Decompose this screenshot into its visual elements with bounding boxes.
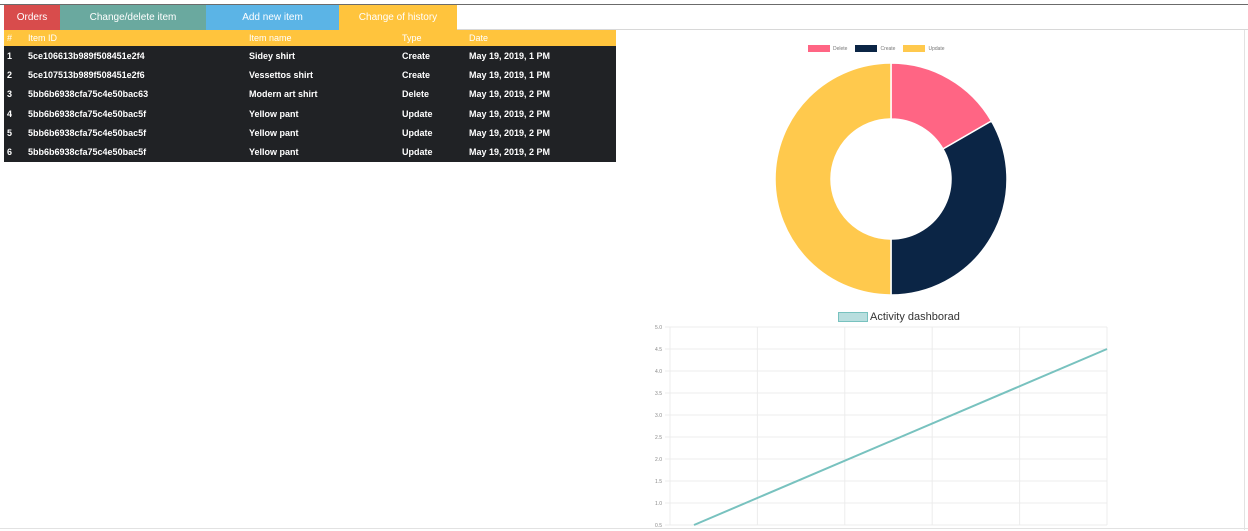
y-tick-label: 4.0 — [655, 369, 662, 375]
history-table-body: 1 5ce106613b989f508451e2f4 Sidey shirt C… — [4, 46, 616, 162]
cell-type: Create — [402, 50, 431, 61]
bottom-divider — [0, 528, 1248, 529]
cell-item-id: 5bb6b6938cfa75c4e50bac5f — [28, 147, 147, 158]
cell-item-name: Modern art shirt — [249, 89, 318, 100]
tab-orders[interactable]: Orders — [4, 5, 60, 30]
cell-item-id: 5ce107513b989f508451e2f6 — [28, 69, 145, 80]
y-tick-label: 1.5 — [655, 479, 662, 485]
cell-item-name: Yellow pant — [249, 108, 299, 119]
tab-add-new-item[interactable]: Add new item — [206, 5, 339, 30]
cell-number: 1 — [7, 50, 13, 61]
doughnut-legend: Delete Create Update — [808, 45, 945, 52]
doughnut-slice-update[interactable] — [775, 63, 892, 295]
y-tick-label: 5.0 — [655, 325, 662, 331]
header-date: Date — [469, 33, 489, 43]
cell-item-id: 5ce106613b989f508451e2f4 — [28, 50, 145, 61]
header-item-name: Item name — [249, 33, 292, 43]
cell-number: 4 — [7, 108, 13, 119]
cell-item-id: 5bb6b6938cfa75c4e50bac5f — [28, 108, 147, 119]
legend-swatch-update — [903, 45, 926, 52]
cell-item-name: Yellow pant — [249, 147, 299, 158]
y-tick-label: 3.5 — [655, 391, 662, 397]
cell-number: 3 — [7, 89, 13, 100]
cell-item-name: Yellow pant — [249, 127, 299, 138]
table-row: 1 5ce106613b989f508451e2f4 Sidey shirt C… — [4, 46, 616, 66]
y-tick-label: 4.5 — [655, 347, 662, 353]
tab-change-delete-item[interactable]: Change/delete item — [60, 5, 206, 30]
cell-date: May 19, 2019, 2 PM — [469, 108, 551, 119]
cell-item-name: Vessettos shirt — [249, 69, 314, 80]
cell-item-id: 5bb6b6938cfa75c4e50bac5f — [28, 127, 147, 138]
cell-item-id: 5bb6b6938cfa75c4e50bac63 — [28, 89, 149, 100]
table-row: 4 5bb6b6938cfa75c4e50bac5f Yellow pant U… — [4, 103, 616, 124]
cell-date: May 19, 2019, 1 PM — [469, 50, 551, 61]
cell-date: May 19, 2019, 2 PM — [469, 127, 551, 138]
legend-item-update[interactable]: Update — [903, 45, 945, 52]
doughnut-slice-create[interactable] — [890, 119, 1007, 295]
cell-date: May 19, 2019, 2 PM — [469, 89, 551, 100]
table-row: 5 5bb6b6938cfa75c4e50bac5f Yellow pant U… — [4, 123, 616, 143]
header-number: # — [7, 33, 13, 43]
header-row: # Item ID Item name Type Date — [4, 30, 616, 46]
y-tick-label: 1.0 — [655, 501, 662, 507]
cell-type: Delete — [402, 89, 430, 100]
cell-date: May 19, 2019, 1 PM — [469, 69, 551, 80]
cell-item-name: Sidey shirt — [249, 50, 296, 61]
cell-number: 6 — [7, 147, 13, 158]
history-table: # Item ID Item name Type Date 1 5ce10661… — [4, 30, 616, 162]
legend-swatch-delete — [808, 45, 830, 52]
y-tick-label: 2.0 — [655, 457, 662, 463]
cell-type: Update — [402, 147, 433, 158]
table-row: 3 5bb6b6938cfa75c4e50bac63 Modern art sh… — [4, 84, 616, 104]
tab-strip-filler — [457, 5, 1248, 30]
cell-date: May 19, 2019, 2 PM — [469, 147, 551, 158]
activity-line-chart: 0.5 1.0 1.5 2.0 2.5 3.0 3.5 4.0 4.5 5.0 — [655, 325, 1108, 528]
legend-label-delete: Delete — [833, 45, 848, 52]
cell-number: 5 — [7, 127, 13, 138]
header-type: Type — [402, 33, 422, 43]
legend-swatch-create — [855, 45, 878, 52]
cell-type: Update — [402, 108, 433, 119]
tab-change-of-history[interactable]: Change of history — [339, 5, 457, 30]
y-tick-label: 2.5 — [655, 435, 662, 441]
table-row: 2 5ce107513b989f508451e2f6 Vessettos shi… — [4, 65, 616, 85]
table-row: 6 5bb6b6938cfa75c4e50bac5f Yellow pant U… — [4, 142, 616, 162]
legend-item-create[interactable]: Create — [855, 45, 895, 52]
y-tick-label: 0.5 — [655, 523, 662, 528]
tab-bar: Orders Change/delete item Add new item C… — [4, 5, 457, 30]
legend-label-create: Create — [880, 45, 896, 52]
legend-label-update: Update — [928, 45, 945, 52]
header-item-id: Item ID — [28, 33, 58, 43]
cell-number: 2 — [7, 69, 13, 80]
history-doughnut-chart — [775, 63, 1007, 295]
history-table-header: # Item ID Item name Type Date — [4, 30, 616, 46]
y-tick-label: 3.0 — [655, 413, 662, 419]
legend-item-delete[interactable]: Delete — [808, 45, 847, 52]
cell-type: Update — [402, 127, 433, 138]
cell-type: Create — [402, 69, 431, 80]
